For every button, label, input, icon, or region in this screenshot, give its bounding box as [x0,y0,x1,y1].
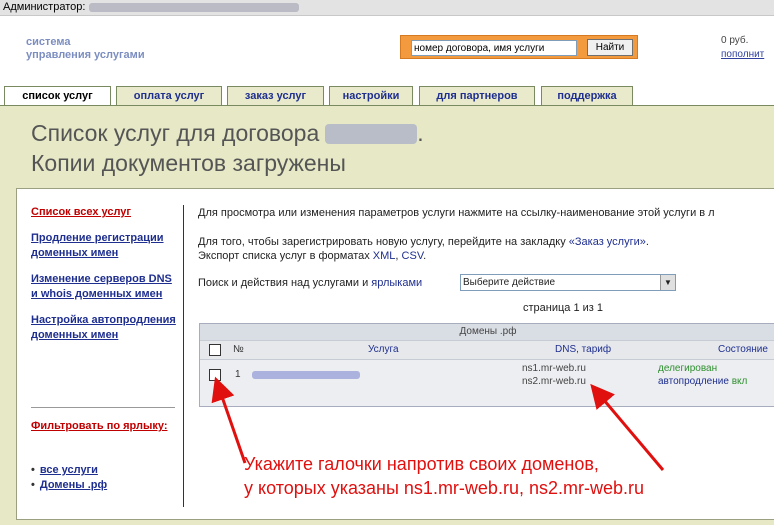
actions-prefix: Поиск и действия над услугами и [198,277,372,289]
topup-link[interactable]: пополнит [721,48,764,62]
tab-order[interactable]: заказ услуг [227,86,324,106]
page-title-line2: Копии документов загружены [31,150,346,176]
bullet-icon: • [31,464,35,476]
services-table: Домены .рф № Услуга DNS, тариф Состояние… [199,323,774,407]
logo-line2: управления услугами [26,49,145,61]
export-suffix: . [423,250,427,262]
service-name-redacted[interactable] [252,371,360,379]
table-group-title: Домены .рф [200,324,774,341]
col-service-header[interactable]: Услуга [368,341,399,359]
admin-label: Администратор: [3,1,86,13]
status-delegated: делегирован [658,363,718,374]
filter-item-label: Домены .рф [39,479,108,491]
row-num: 1 [235,369,241,380]
logo[interactable]: система управления услугами [26,36,145,62]
dropdown-arrow-icon: ▼ [660,275,675,290]
balance-amount: 0 руб. [721,35,749,46]
autorenew-label[interactable]: автопродление [658,376,729,387]
tab-support[interactable]: поддержка [541,86,633,106]
page-title-line1: Список услуг для договора [31,120,320,146]
row-dns: ns1.mr-web.ru ns2.mr-web.ru [522,362,586,388]
filter-item-label: все услуги [39,464,98,476]
select-all-checkbox[interactable] [209,344,221,356]
balance: 0 руб. пополнит [721,34,764,62]
help-text-order: Для того, чтобы зарегистрировать новую у… [198,236,649,248]
search-box: Найти [400,35,638,59]
help-order-suffix: . [645,236,649,248]
sidebar-item-renew-domains[interactable]: Продление регистрации доменных имен [31,231,181,261]
row-status: делегирован автопродление вкл [658,362,747,388]
action-select[interactable]: Выберите действие ▼ [460,274,676,291]
search-button[interactable]: Найти [587,39,633,56]
annotation-note: Укажите галочки напротив своих доменов, … [244,452,644,500]
page-title-dot: . [417,120,424,146]
export-prefix: Экспорт списка услуг в форматах [198,250,373,262]
admin-bar: Администратор: [0,0,774,16]
sidebar-divider [31,407,175,408]
col-dns-header[interactable]: DNS, тариф [555,341,611,359]
tab-partners[interactable]: для партнеров [419,86,535,106]
tab-settings[interactable]: настройки [329,86,413,106]
logo-line1: система [26,36,71,48]
col-num-header: № [233,344,244,355]
pager: страница 1 из 1 [523,302,604,314]
sidebar-item-autorenew[interactable]: Настройка автопродления доменных имен [31,313,181,343]
main-tabs: список услуг оплата услуг заказ услуг на… [0,86,774,107]
export-xml-link[interactable]: XML [373,250,396,262]
bullet-icon: • [31,479,35,491]
autorenew-value: вкл [731,376,748,387]
admin-name-redacted [89,2,300,12]
export-text: Экспорт списка услуг в форматах XML, CSV… [198,250,426,262]
sidebar-item-all-services[interactable]: Список всех услуг [31,205,181,220]
help-order-prefix: Для того, чтобы зарегистрировать новую у… [198,236,569,248]
filter-title[interactable]: Фильтровать по ярлыку: [31,419,168,434]
sidebar-item-change-dns[interactable]: Изменение серверов DNS и whois доменных … [31,272,181,302]
filter-item-all[interactable]: • все услуги [31,463,107,478]
annotation-line2: у которых указаны ns1.mr-web.ru, ns2.mr-… [244,478,644,498]
actions-row: Поиск и действия над услугами и ярлыками [198,277,422,289]
tab-payment[interactable]: оплата услуг [116,86,222,106]
search-input[interactable] [411,40,577,56]
page-title: Список услуг для договора. Копии докумен… [31,118,424,178]
dns1: ns1.mr-web.ru [522,363,586,374]
labels-link[interactable]: ярлыками [371,277,422,289]
row-checkbox[interactable] [209,369,221,381]
contract-number-redacted [325,124,418,144]
table-header-row: № Услуга DNS, тариф Состояние [200,341,774,360]
filter-list: • все услуги • Домены .рф [31,463,107,493]
export-csv-link[interactable]: CSV [402,250,424,262]
help-text-view: Для просмотра или изменения параметров у… [198,207,715,219]
action-select-value: Выберите действие [463,277,556,288]
tab-services-list[interactable]: список услуг [4,86,111,107]
filter-item-rf-domains[interactable]: • Домены .рф [31,478,107,493]
table-row: 1 ns1.mr-web.ru ns2.mr-web.ru делегирован… [200,360,774,392]
sidebar-nav: Список всех услуг Продление регистрации … [31,205,181,354]
dns2: ns2.mr-web.ru [522,376,586,387]
col-status-header[interactable]: Состояние [718,341,768,359]
annotation-line1: Укажите галочки напротив своих доменов, [244,454,599,474]
vertical-divider [183,205,184,507]
order-tab-link[interactable]: «Заказ услуги» [569,236,646,248]
page: Администратор: система управления услуга… [0,0,774,525]
